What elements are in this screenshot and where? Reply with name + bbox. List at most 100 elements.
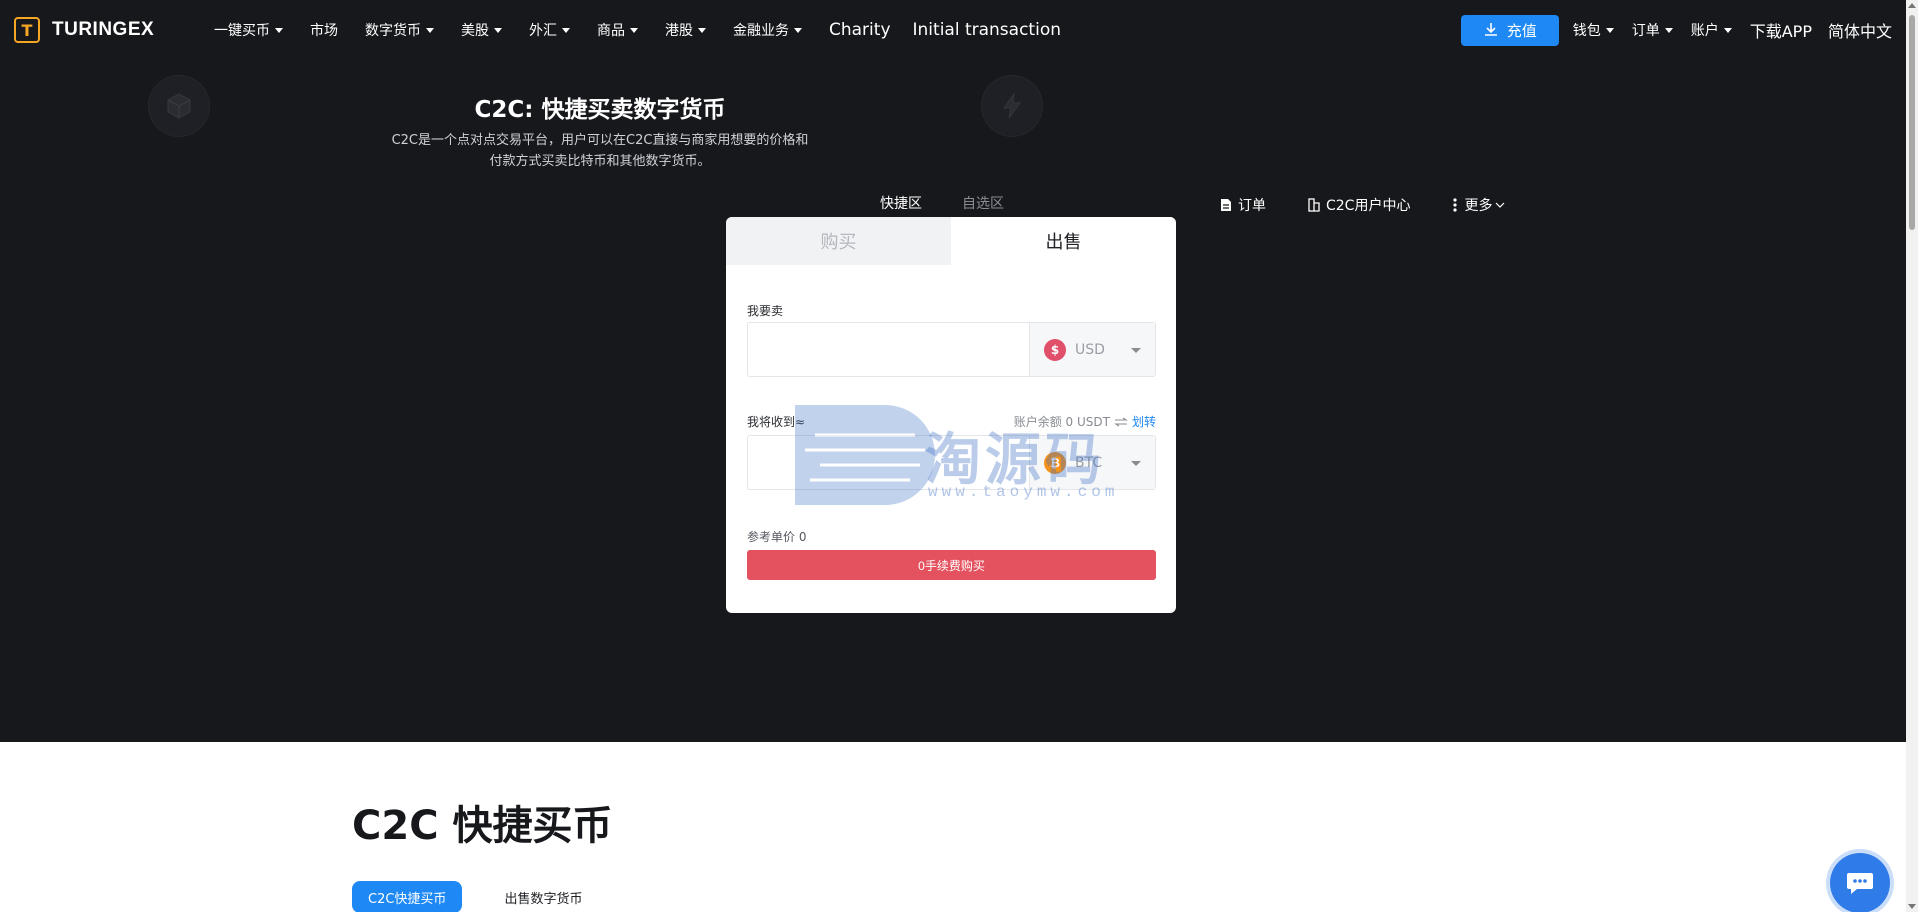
logo-mark-icon: T <box>14 17 40 43</box>
cube-icon <box>148 75 210 137</box>
sell-amount-field: $ USD <box>747 322 1156 377</box>
receive-currency-label: BTC <box>1075 454 1103 471</box>
more-label: 更多 <box>1464 198 1493 214</box>
nav-label: 外汇 <box>529 23 557 39</box>
vertical-dots-icon <box>1453 198 1458 212</box>
user-center-icon <box>1308 198 1320 212</box>
hero-desc-line: C2C是一个点对点交易平台，用户可以在C2C直接与商家用想要的价格和 <box>391 133 809 148</box>
nav-item-initial-transaction[interactable]: Initial transaction <box>913 20 1061 40</box>
scroll-thumb[interactable] <box>1909 15 1915 230</box>
btc-coin-icon: ₿ <box>1044 451 1066 474</box>
zero-fee-buy-button[interactable]: 0手续费购买 <box>747 550 1156 580</box>
tab-sell-crypto[interactable]: 出售数字货币 <box>488 881 598 912</box>
chevron-down-icon <box>275 27 283 33</box>
section-title: C2C 快捷买币 <box>352 803 613 849</box>
download-icon <box>1484 23 1497 36</box>
top-navigation: T TURINGEX 一键买币 市场 数字货币 美股 外汇 商品 港股 金融业务… <box>0 0 1906 60</box>
page-scrollbar[interactable] <box>1906 0 1918 912</box>
brand-logo[interactable]: T TURINGEX <box>14 17 204 43</box>
more-menu[interactable]: 更多 <box>1452 195 1511 215</box>
nav-label: 一键买币 <box>214 23 270 39</box>
sell-amount-input[interactable] <box>748 323 1029 376</box>
nav-right: 充值 钱包 订单 账户 下载APP 简体中文 <box>1460 0 1892 60</box>
chat-bubble-icon <box>1847 873 1873 894</box>
balance-row: 账户余额 0 USDT 划转 <box>1014 413 1156 430</box>
trade-card: 购买 出售 我要卖 $ USD 我将收到≈ 账户余额 0 USDT 划转 ₿ B… <box>726 217 1176 613</box>
caret-down-icon <box>1131 461 1141 466</box>
nav-label: 市场 <box>310 23 338 39</box>
receive-label: 我将收到≈ <box>747 415 806 429</box>
deposit-button[interactable]: 充值 <box>1460 14 1559 46</box>
nav-item-hk-stocks[interactable]: 港股 <box>665 20 706 40</box>
lightning-icon <box>981 75 1043 137</box>
nav-label: 数字货币 <box>365 23 421 39</box>
nav-label: 商品 <box>597 23 625 39</box>
trade-tabs: 购买 出售 <box>726 217 1176 265</box>
chevron-down-icon <box>794 27 802 33</box>
chevron-down-icon <box>630 27 638 33</box>
nav-orders[interactable]: 订单 <box>1632 20 1673 40</box>
hero-links: 订单 C2C用户中心 更多 <box>1220 195 1553 215</box>
caret-down-icon <box>1131 348 1141 353</box>
user-center-label: C2C用户中心 <box>1326 198 1411 214</box>
orders-link-label: 订单 <box>1238 198 1266 214</box>
transfer-icon <box>1114 417 1128 426</box>
chat-button[interactable] <box>1830 853 1890 912</box>
nav-item-market[interactable]: 市场 <box>310 20 338 40</box>
nav-label: 账户 <box>1690 23 1719 39</box>
scroll-down-icon[interactable] <box>1908 904 1916 909</box>
nav-label: Charity <box>829 20 891 40</box>
nav-item-commodities[interactable]: 商品 <box>597 20 638 40</box>
hero-title: C2C: 快捷买卖数字货币 <box>474 97 726 123</box>
nav-label: Initial transaction <box>912 20 1061 40</box>
receive-amount-input[interactable] <box>748 436 1029 489</box>
deposit-label: 充值 <box>1506 22 1537 40</box>
chevron-down-icon <box>698 27 706 33</box>
receive-currency-select[interactable]: ₿ BTC <box>1029 436 1155 489</box>
chevron-down-icon <box>426 27 434 33</box>
tab-sell[interactable]: 出售 <box>951 217 1176 265</box>
nav-label: 订单 <box>1631 23 1660 39</box>
chevron-down-icon <box>1496 202 1505 208</box>
orders-link[interactable]: 订单 <box>1220 195 1266 215</box>
usd-coin-icon: $ <box>1044 338 1066 361</box>
page: T TURINGEX 一键买币 市场 数字货币 美股 外汇 商品 港股 金融业务… <box>0 0 1918 912</box>
brand-name: TURINGEX <box>52 19 155 40</box>
nav-label: 钱包 <box>1572 23 1601 39</box>
hero-description: C2C是一个点对点交易平台，用户可以在C2C直接与商家用想要的价格和 付款方式买… <box>370 130 830 172</box>
tab-buy[interactable]: 购买 <box>726 217 951 265</box>
scroll-up-icon[interactable] <box>1908 3 1916 8</box>
nav-label: 美股 <box>461 23 489 39</box>
tab-c2c-quick-buy[interactable]: C2C快捷买币 <box>352 881 463 912</box>
nav-item-quick-buy[interactable]: 一键买币 <box>214 20 283 40</box>
chevron-down-icon <box>562 27 570 33</box>
main-menu: 一键买币 市场 数字货币 美股 外汇 商品 港股 金融业务 Charity In… <box>214 20 1083 40</box>
nav-item-crypto[interactable]: 数字货币 <box>365 20 434 40</box>
reference-price: 参考单价 0 <box>747 530 807 544</box>
nav-item-forex[interactable]: 外汇 <box>529 20 570 40</box>
sell-currency-label: USD <box>1075 341 1105 358</box>
hero-desc-line: 付款方式买卖比特币和其他数字货币。 <box>489 154 711 169</box>
sell-currency-select[interactable]: $ USD <box>1029 323 1155 376</box>
nav-item-us-stocks[interactable]: 美股 <box>461 20 502 40</box>
nav-wallet[interactable]: 钱包 <box>1573 20 1614 40</box>
sell-label: 我要卖 <box>747 304 784 318</box>
nav-label: 港股 <box>665 23 693 39</box>
nav-label: 金融业务 <box>733 23 789 39</box>
chevron-down-icon <box>1723 27 1732 33</box>
c2c-user-center-link[interactable]: C2C用户中心 <box>1308 195 1410 215</box>
nav-item-finance[interactable]: 金融业务 <box>733 20 802 40</box>
section-tabs: C2C快捷买币 出售数字货币 <box>352 881 598 912</box>
nav-language[interactable]: 简体中文 <box>1828 18 1892 42</box>
chevron-down-icon <box>1664 27 1673 33</box>
nav-item-charity[interactable]: Charity <box>829 20 891 40</box>
chevron-down-icon <box>494 27 502 33</box>
document-icon <box>1221 199 1231 211</box>
nav-account[interactable]: 账户 <box>1691 20 1732 40</box>
account-balance: 账户余额 0 USDT <box>1013 415 1110 429</box>
transfer-label: 划转 <box>1131 415 1156 429</box>
receive-amount-field: ₿ BTC <box>747 435 1156 490</box>
nav-download-app[interactable]: 下载APP <box>1750 18 1812 42</box>
chevron-down-icon <box>1605 27 1614 33</box>
transfer-link[interactable]: 划转 <box>1114 413 1156 430</box>
